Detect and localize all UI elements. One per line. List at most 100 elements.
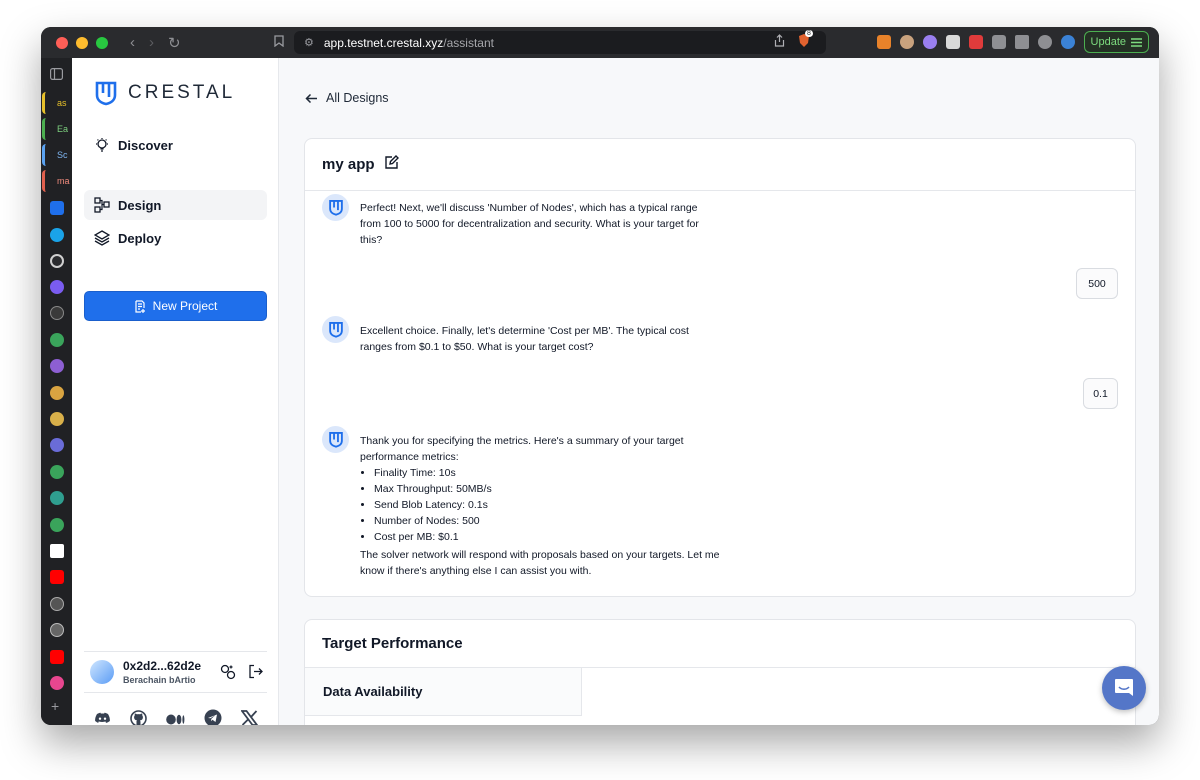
summary-outro: The solver network will respond with pro… — [360, 549, 720, 577]
assistant-avatar — [322, 426, 349, 453]
telegram-icon[interactable] — [204, 709, 222, 725]
bookmark-icon[interactable] — [274, 35, 284, 50]
all-designs-link[interactable]: All Designs — [305, 91, 389, 105]
summary-intro: Thank you for specifying the metrics. He… — [360, 435, 684, 463]
tab-favicon-icon[interactable] — [50, 228, 64, 242]
leo-ai-icon[interactable] — [1037, 35, 1052, 49]
wallet-network: Berachain bArtio — [123, 675, 196, 685]
extension-lock-icon[interactable] — [968, 35, 983, 49]
avatar — [90, 660, 114, 684]
discord-icon[interactable] — [94, 712, 111, 726]
browser-toolbar: ‹ › ↻ ⚙ app.testnet.crestal.xyz/assistan… — [41, 27, 1159, 58]
new-project-label: New Project — [152, 299, 218, 313]
crestal-tab-icon[interactable] — [50, 201, 64, 215]
tab-favicon-icon[interactable] — [50, 491, 64, 505]
message-text: Excellent choice. Finally, let's determi… — [360, 325, 689, 353]
update-button[interactable]: Update — [1083, 31, 1149, 53]
design-title: my app — [322, 156, 375, 173]
youtube-tab-icon[interactable] — [50, 650, 64, 664]
address-bar[interactable]: ⚙ app.testnet.crestal.xyz/assistant — [294, 31, 826, 54]
sidebar: CRESTAL Discover Design Deploy New Proje… — [72, 58, 279, 725]
brave-shield-icon[interactable]: 8 — [797, 30, 813, 53]
profile-icon[interactable] — [1060, 35, 1075, 49]
user-message-text: 500 — [1088, 277, 1106, 290]
github-tab-icon[interactable] — [50, 306, 64, 320]
metrics-list: Finality Time: 10s Max Throughput: 50MB/… — [374, 465, 720, 545]
user-message: 500 — [1076, 268, 1118, 299]
github-icon[interactable] — [130, 709, 147, 725]
extensions-puzzle-icon[interactable] — [991, 35, 1006, 49]
tab-favicon-icon[interactable] — [50, 280, 64, 294]
crestal-bot-icon — [328, 322, 343, 338]
medium-icon[interactable] — [166, 712, 185, 726]
nav-deploy[interactable]: Deploy — [84, 223, 267, 253]
tab-favicon-icon[interactable] — [50, 254, 64, 268]
forward-arrow-icon[interactable]: › — [149, 34, 154, 52]
extension-screenshot-icon[interactable] — [945, 35, 960, 49]
nav-label: Deploy — [118, 230, 162, 246]
tab-favicon-icon[interactable] — [50, 597, 64, 611]
minimize-window-button[interactable] — [76, 36, 88, 49]
assistant-message: Thank you for specifying the metrics. He… — [322, 426, 720, 579]
extension-ghost-icon[interactable] — [922, 35, 937, 49]
extension-face-icon[interactable] — [899, 35, 914, 49]
summary-message: Thank you for specifying the metrics. He… — [360, 433, 720, 579]
assistant-avatar — [322, 194, 349, 221]
main-content: All Designs my app Perfect! Next, we'll … — [280, 58, 1159, 725]
reload-icon[interactable]: ↻ — [168, 34, 181, 52]
x-tab-icon[interactable] — [50, 544, 64, 558]
site-settings-icon[interactable]: ⚙ — [304, 36, 314, 49]
edit-title-icon[interactable] — [384, 154, 399, 175]
window-controls — [56, 36, 108, 49]
tab-favicon-icon[interactable] — [50, 359, 64, 373]
wallet-address[interactable]: 0x2d2...62d2e — [123, 659, 201, 673]
sidebar-panel-icon[interactable] — [50, 67, 64, 85]
zoom-window-button[interactable] — [96, 36, 108, 49]
tab-data-availability[interactable]: Data Availability — [305, 668, 582, 716]
tab-item[interactable]: ma — [42, 170, 70, 192]
tab-favicon-icon[interactable] — [50, 676, 64, 690]
youtube-tab-icon[interactable] — [50, 570, 64, 584]
back-link-label: All Designs — [326, 91, 389, 105]
back-arrow-icon[interactable]: ‹ — [130, 34, 135, 52]
tab-label: Sc — [57, 150, 68, 160]
chat-card-header: my app — [305, 139, 1135, 191]
crestal-logo[interactable]: CRESTAL — [94, 80, 235, 106]
crestal-bot-icon — [328, 200, 343, 216]
close-window-button[interactable] — [56, 36, 68, 49]
tab-favicon-icon[interactable] — [50, 465, 64, 479]
nav-design[interactable]: Design — [84, 190, 267, 220]
tab-item[interactable]: Sc — [42, 144, 70, 166]
crestal-logo-icon — [95, 81, 117, 106]
vertical-tab-strip: as Ea Sc ma + — [41, 58, 72, 725]
tab-item[interactable]: as — [42, 92, 70, 114]
nav-label: Discover — [118, 137, 173, 153]
social-links — [94, 709, 259, 726]
new-project-button[interactable]: New Project — [84, 291, 267, 321]
extensions-bar: Update — [876, 31, 1149, 53]
design-nodes-icon — [94, 197, 110, 213]
tab-favicon-icon[interactable] — [50, 438, 64, 452]
url-path: /assistant — [443, 35, 494, 50]
support-chat-button[interactable] — [1102, 666, 1146, 710]
logout-icon[interactable] — [248, 664, 263, 685]
message-text: Perfect! Next, we'll discuss 'Number of … — [360, 202, 699, 246]
assistant-message: Perfect! Next, we'll discuss 'Number of … — [322, 194, 720, 248]
tab-favicon-icon[interactable] — [50, 518, 64, 532]
tab-favicon-icon[interactable] — [50, 623, 64, 637]
metric-item: Finality Time: 10s — [374, 465, 720, 481]
tab-item[interactable]: Ea — [42, 118, 70, 140]
new-document-icon — [135, 299, 145, 313]
user-message-text: 0.1 — [1093, 387, 1108, 400]
tab-favicon-icon[interactable] — [50, 386, 64, 400]
tab-favicon-icon[interactable] — [50, 333, 64, 347]
chat-card: my app Perfect! Next, we'll discuss 'Num… — [304, 138, 1136, 597]
switch-network-icon[interactable] — [220, 664, 236, 685]
sidebar-toggle-icon[interactable] — [1014, 35, 1029, 49]
metamask-icon[interactable] — [876, 35, 891, 49]
nav-discover[interactable]: Discover — [84, 130, 267, 160]
share-icon[interactable] — [774, 34, 785, 52]
tab-favicon-icon[interactable] — [50, 412, 64, 426]
new-tab-icon[interactable]: + — [51, 698, 59, 714]
x-icon[interactable] — [240, 710, 259, 725]
